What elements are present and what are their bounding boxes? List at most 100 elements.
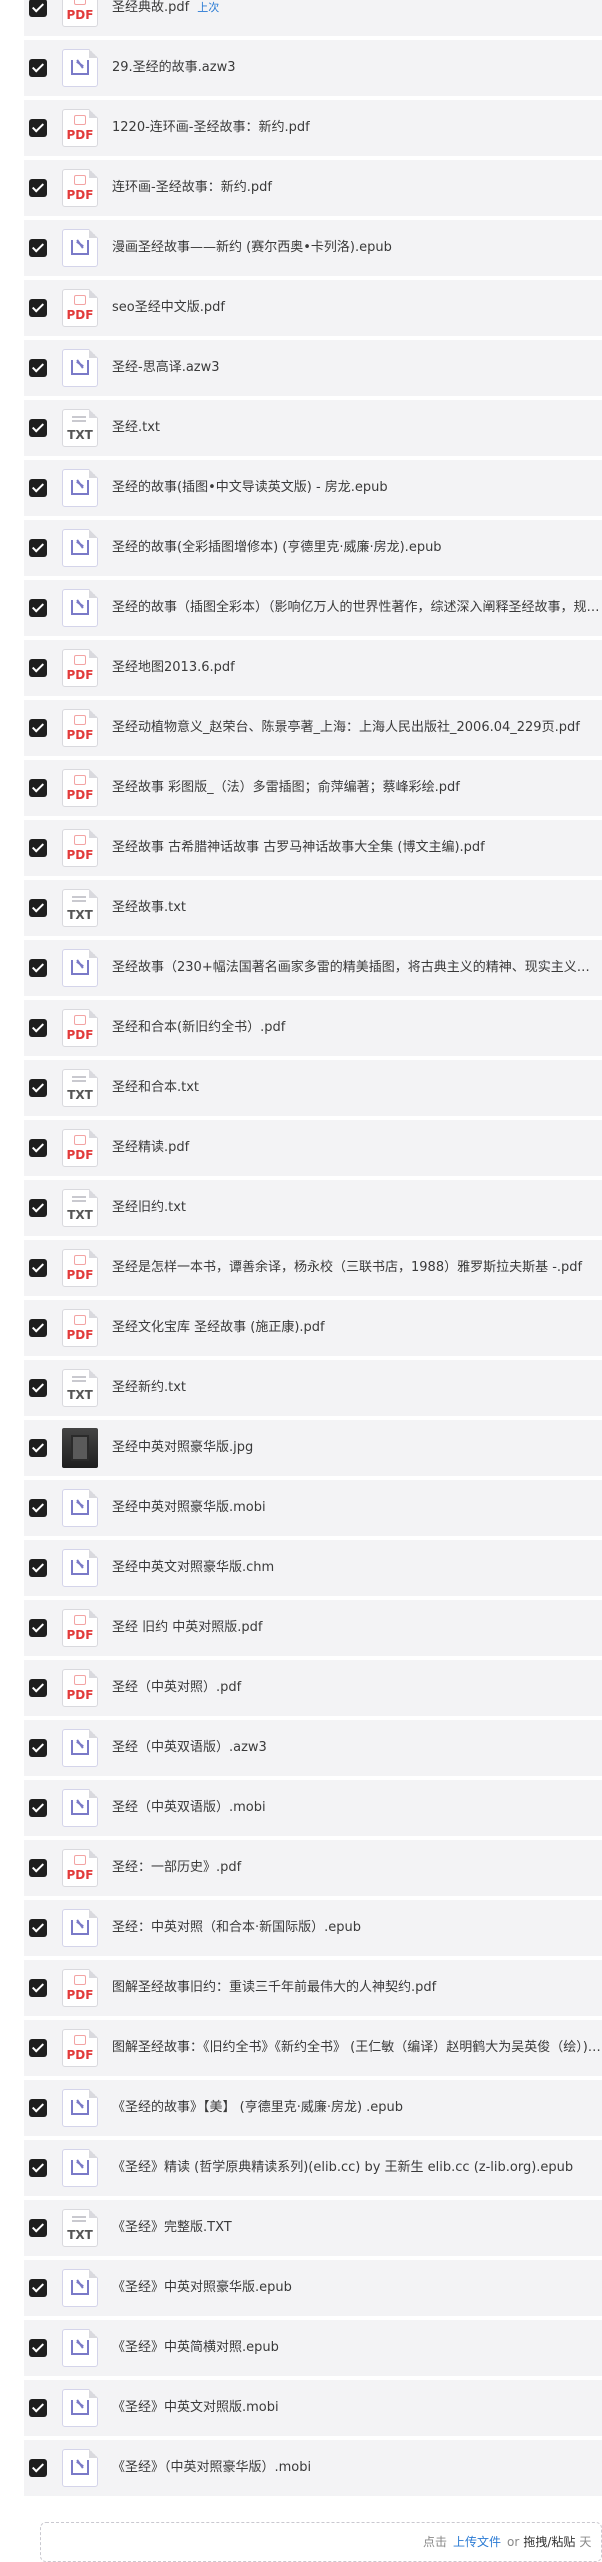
file-name[interactable]: 圣经和合本.txt [112,1060,602,1116]
checkbox-checked[interactable] [29,1979,47,1997]
checkbox-checked[interactable] [29,599,47,617]
checkbox-checked[interactable] [29,1379,47,1397]
file-row[interactable]: 《圣经》中英文对照版.mobi [24,2380,602,2436]
file-name[interactable]: 圣经中英对照豪华版.jpg [112,1420,602,1476]
checkbox-checked[interactable] [29,659,47,677]
file-row[interactable]: PDF seo圣经中文版.pdf [24,280,602,336]
checkbox-checked[interactable] [29,1019,47,1037]
checkbox-checked[interactable] [29,1919,47,1937]
file-name[interactable]: 圣经的故事(插图•中文导读英文版) - 房龙.epub [112,460,602,516]
file-name[interactable]: 图解圣经故事旧约：重读三千年前最伟大的人神契约.pdf [112,1960,602,2016]
file-name[interactable]: 圣经精读.pdf [112,1120,602,1176]
file-row[interactable]: 圣经的故事(全彩插图增修本) (亨德里克·威廉·房龙).epub [24,520,602,576]
file-row[interactable]: 圣经中英对照豪华版.jpg [24,1420,602,1476]
file-row[interactable]: 圣经中英文对照豪华版.chm [24,1540,602,1596]
file-name[interactable]: 圣经旧约.txt [112,1180,602,1236]
file-row[interactable]: PDF 圣经文化宝库 圣经故事 (施正康).pdf [24,1300,602,1356]
file-row[interactable]: PDF 圣经故事 彩图版_（法）多雷插图；俞萍编著；蔡峰彩绘.pdf [24,760,602,816]
file-name[interactable]: 《圣经》完整版.TXT [112,2200,602,2256]
file-row[interactable]: 圣经的故事（插图全彩本）（影响亿万人的世界性著作，综述深入阐释圣经故事，规范全面… [24,580,602,636]
checkbox-checked[interactable] [29,2399,47,2417]
file-row[interactable]: TXT 圣经新约.txt [24,1360,602,1416]
checkbox-checked[interactable] [29,479,47,497]
file-name[interactable]: 圣经.txt [112,400,602,456]
file-name[interactable]: 图解圣经故事：《旧约全书》《新约全书》 (王仁敏（编译）赵明鹤大为吴英俊（绘）)… [112,2020,602,2076]
file-row[interactable]: 《圣经》（中英对照豪华版）.mobi [24,2440,602,2496]
file-row[interactable]: 圣经故事（230+幅法国著名画家多雷的精美插图，将古典主义的精神、现实主义的手法… [24,940,602,996]
file-row[interactable]: PDF 图解圣经故事：《旧约全书》《新约全书》 (王仁敏（编译）赵明鹤大为吴英俊（… [24,2020,602,2076]
file-name[interactable]: 圣经 旧约 中英对照版.pdf [112,1600,602,1656]
file-name[interactable]: 圣经：中英对照（和合本·新国际版）.epub [112,1900,602,1956]
file-name[interactable]: 《圣经》中英简横对照.epub [112,2320,602,2376]
file-row[interactable]: 漫画圣经故事——新约 (赛尔西奥•卡列洛).epub [24,220,602,276]
file-row[interactable]: PDF 图解圣经故事旧约：重读三千年前最伟大的人神契约.pdf [24,1960,602,2016]
file-name[interactable]: 圣经故事 古希腊神话故事 古罗马神话故事大全集 (博文主编).pdf [112,820,602,876]
file-name[interactable]: 圣经典故.pdf 上次 [112,0,602,36]
file-name[interactable]: 圣经（中英双语版）.azw3 [112,1720,602,1776]
file-row[interactable]: 29.圣经的故事.azw3 [24,40,602,96]
file-row[interactable]: 圣经（中英双语版）.mobi [24,1780,602,1836]
file-name[interactable]: 连环画-圣经故事：新约.pdf [112,160,602,216]
checkbox-checked[interactable] [29,1079,47,1097]
file-name[interactable]: 圣经故事（230+幅法国著名画家多雷的精美插图，将古典主义的精神、现实主义的手法… [112,940,602,996]
checkbox-checked[interactable] [29,1259,47,1277]
file-name[interactable]: 圣经的故事（插图全彩本）（影响亿万人的世界性著作，综述深入阐释圣经故事，规范全面… [112,580,602,636]
file-name[interactable]: 圣经和合本(新旧约全书）.pdf [112,1000,602,1056]
file-name[interactable]: 圣经-思高译.azw3 [112,340,602,396]
file-name[interactable]: 《圣经》（中英对照豪华版）.mobi [112,2440,602,2496]
file-name[interactable]: 圣经（中英双语版）.mobi [112,1780,602,1836]
checkbox-checked[interactable] [29,2339,47,2357]
file-name[interactable]: 圣经新约.txt [112,1360,602,1416]
checkbox-checked[interactable] [29,299,47,317]
checkbox-checked[interactable] [29,2099,47,2117]
checkbox-checked[interactable] [29,1319,47,1337]
file-name[interactable]: 《圣经的故事》【美】 (亨德里克·威廉·房龙) .epub [112,2080,602,2136]
file-name[interactable]: 29.圣经的故事.azw3 [112,40,602,96]
checkbox-checked[interactable] [29,59,47,77]
checkbox-checked[interactable] [29,1799,47,1817]
checkbox-checked[interactable] [29,1139,47,1157]
checkbox-checked[interactable] [29,2159,47,2177]
upload-dropzone[interactable]: 点击 上传文件 or 拖拽/粘贴天 [40,2522,602,2562]
checkbox-checked[interactable] [29,539,47,557]
file-row[interactable]: PDF 圣经精读.pdf [24,1120,602,1176]
file-row[interactable]: TXT 圣经故事.txt [24,880,602,936]
file-row[interactable]: PDF 1220-连环画-圣经故事：新约.pdf [24,100,602,156]
file-name[interactable]: 圣经文化宝库 圣经故事 (施正康).pdf [112,1300,602,1356]
checkbox-checked[interactable] [29,839,47,857]
checkbox-checked[interactable] [29,2279,47,2297]
file-name[interactable]: 圣经（中英对照）.pdf [112,1660,602,1716]
file-row[interactable]: PDF 圣经地图2013.6.pdf [24,640,602,696]
file-name[interactable]: 圣经动植物意义_赵荣台、陈景亭著_上海：上海人民出版社_2006.04_229页… [112,700,602,756]
checkbox-checked[interactable] [29,2219,47,2237]
checkbox-checked[interactable] [29,1739,47,1757]
checkbox-checked[interactable] [29,1199,47,1217]
file-name[interactable]: 《圣经》精读 (哲学原典精读系列)(elib.cc) by 王新生 elib.c… [112,2140,602,2196]
file-row[interactable]: 圣经中英对照豪华版.mobi [24,1480,602,1536]
file-row[interactable]: PDF 圣经故事 古希腊神话故事 古罗马神话故事大全集 (博文主编).pdf [24,820,602,876]
file-row[interactable]: PDF 连环画-圣经故事：新约.pdf [24,160,602,216]
file-row[interactable]: 《圣经》中英对照豪华版.epub [24,2260,602,2316]
checkbox-checked[interactable] [29,1559,47,1577]
file-name[interactable]: seo圣经中文版.pdf [112,280,602,336]
checkbox-checked[interactable] [29,0,47,17]
checkbox-checked[interactable] [29,1439,47,1457]
file-name[interactable]: 圣经地图2013.6.pdf [112,640,602,696]
file-name[interactable]: 《圣经》中英文对照版.mobi [112,2380,602,2436]
file-name[interactable]: 圣经：一部历史》.pdf [112,1840,602,1896]
checkbox-checked[interactable] [29,779,47,797]
file-row[interactable]: TXT 圣经和合本.txt [24,1060,602,1116]
file-row[interactable]: 圣经（中英双语版）.azw3 [24,1720,602,1776]
file-name[interactable]: 1220-连环画-圣经故事：新约.pdf [112,100,602,156]
file-row[interactable]: 《圣经》精读 (哲学原典精读系列)(elib.cc) by 王新生 elib.c… [24,2140,602,2196]
checkbox-checked[interactable] [29,239,47,257]
checkbox-checked[interactable] [29,1619,47,1637]
file-name[interactable]: 漫画圣经故事——新约 (赛尔西奥•卡列洛).epub [112,220,602,276]
checkbox-checked[interactable] [29,359,47,377]
checkbox-checked[interactable] [29,1679,47,1697]
checkbox-checked[interactable] [29,719,47,737]
file-row[interactable]: PDF 圣经：一部历史》.pdf [24,1840,602,1896]
file-row[interactable]: 圣经-思高译.azw3 [24,340,602,396]
file-name[interactable]: 圣经中英对照豪华版.mobi [112,1480,602,1536]
file-row[interactable]: PDF 圣经（中英对照）.pdf [24,1660,602,1716]
